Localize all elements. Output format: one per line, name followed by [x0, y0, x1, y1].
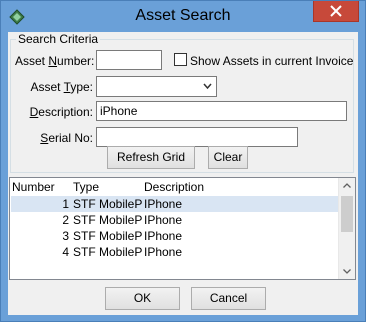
window-title: Asset Search [135, 7, 231, 24]
cell-number: 1 [62, 197, 69, 211]
search-criteria-group: Search Criteria Asset Number: Show Asset… [10, 32, 354, 173]
table-row[interactable]: 4 STF MobilePho IPhone [11, 244, 340, 260]
cell-number: 4 [62, 245, 69, 259]
serial-no-label: Serial No: [40, 131, 93, 145]
ok-button[interactable]: OK [105, 287, 180, 310]
cell-type: STF MobilePho [73, 229, 143, 243]
chevron-down-icon [203, 83, 212, 90]
asset-number-input[interactable] [96, 50, 162, 70]
table-row[interactable]: 1 STF MobilePho IPhone [11, 196, 340, 212]
cell-number: 2 [62, 213, 69, 227]
grid-vertical-scrollbar[interactable] [338, 178, 355, 279]
asset-search-window: Asset Search Search Criteria Asset Numbe… [0, 0, 366, 322]
show-assets-label[interactable]: Show Assets in current Invoice [190, 54, 353, 68]
serial-no-input[interactable] [96, 127, 298, 147]
scroll-up-arrow-icon[interactable] [343, 183, 351, 188]
scroll-down-arrow-icon[interactable] [343, 269, 351, 274]
cell-type: STF MobilePho [73, 213, 143, 227]
dialog-body: Search Criteria Asset Number: Show Asset… [8, 32, 358, 315]
dialog-footer: OK Cancel [8, 283, 358, 315]
refresh-grid-button[interactable]: Refresh Grid [107, 146, 195, 169]
cell-description: IPhone [144, 197, 183, 211]
cancel-button[interactable]: Cancel [191, 287, 266, 310]
search-criteria-legend: Search Criteria [16, 32, 101, 46]
close-button[interactable] [313, 1, 359, 22]
table-row[interactable]: 3 STF MobilePho IPhone [11, 228, 340, 244]
table-row[interactable]: 2 STF MobilePho IPhone [11, 212, 340, 228]
close-icon [330, 5, 342, 17]
asset-type-label: Asset Type: [30, 80, 94, 94]
column-header-type[interactable]: Type [73, 180, 99, 194]
cell-description: IPhone [144, 213, 183, 227]
cell-description: IPhone [144, 245, 183, 259]
title-bar[interactable]: Asset Search [1, 1, 365, 32]
asset-type-select[interactable] [96, 76, 217, 97]
cell-description: IPhone [144, 229, 183, 243]
description-label: Description: [29, 105, 93, 119]
column-header-number[interactable]: Number [12, 180, 55, 194]
asset-number-label: Asset Number: [15, 54, 95, 68]
results-grid[interactable]: Number Type Description 1 STF MobilePho … [9, 177, 356, 280]
clear-button[interactable]: Clear [208, 146, 248, 169]
scrollbar-thumb[interactable] [341, 196, 353, 232]
show-assets-checkbox[interactable] [174, 53, 187, 66]
description-input[interactable]: iPhone [96, 101, 347, 121]
cell-number: 3 [62, 229, 69, 243]
cell-type: STF MobilePho [73, 197, 143, 211]
grid-header: Number Type Description [10, 178, 340, 196]
cell-type: STF MobilePho [73, 245, 143, 259]
column-header-description[interactable]: Description [144, 180, 204, 194]
